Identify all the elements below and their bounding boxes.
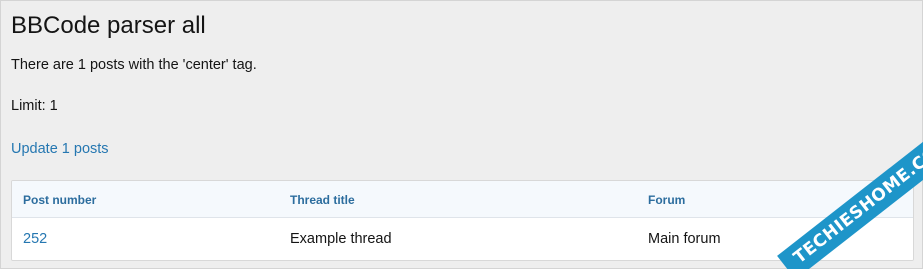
table-row: 252 Example thread Main forum bbox=[12, 218, 913, 260]
column-header-post-number: Post number bbox=[23, 193, 97, 207]
posts-count-text: There are 1 posts with the 'center' tag. bbox=[11, 57, 257, 73]
posts-table: Post number Thread title Forum 252 Examp… bbox=[11, 180, 914, 261]
table-header-row: Post number Thread title Forum bbox=[12, 181, 913, 218]
post-number-link[interactable]: 252 bbox=[23, 231, 47, 247]
thread-title-cell: Example thread bbox=[290, 231, 392, 247]
page-container: BBCode parser all There are 1 posts with… bbox=[0, 0, 923, 269]
limit-text: Limit: 1 bbox=[11, 98, 58, 114]
column-header-forum: Forum bbox=[648, 193, 686, 207]
forum-cell: Main forum bbox=[648, 231, 721, 247]
column-header-thread-title: Thread title bbox=[290, 193, 355, 207]
update-posts-link[interactable]: Update 1 posts bbox=[11, 141, 109, 157]
page-title: BBCode parser all bbox=[11, 12, 206, 39]
